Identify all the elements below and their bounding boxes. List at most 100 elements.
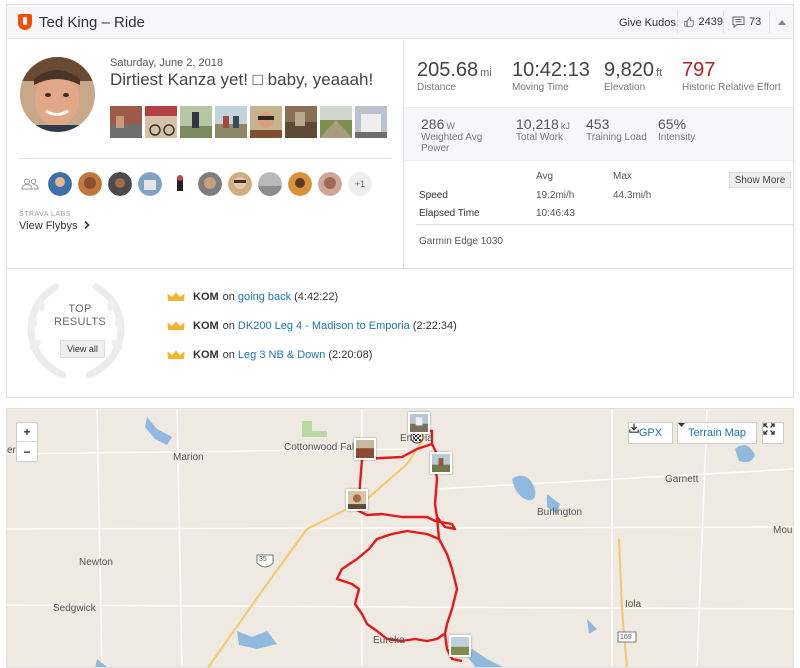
- photo-thumb-4[interactable]: [215, 106, 247, 138]
- divider: [7, 268, 793, 269]
- town-left-edge: er: [7, 445, 16, 456]
- stat-moving-time: 10:42:13 Moving Time: [512, 59, 590, 93]
- stat-intensity: 65% Intensity: [658, 116, 695, 143]
- kom-on: on: [222, 320, 235, 332]
- route-map[interactable]: Marion Cottonwood Falls Em ia Garnett Bu…: [6, 408, 794, 668]
- activity-date: Saturday, June 2, 2018: [110, 57, 223, 69]
- avg-column-header: Avg: [536, 171, 554, 182]
- athlete-avatar-1[interactable]: [48, 172, 72, 196]
- strava-labs-label: STRAVA LABS: [19, 211, 71, 218]
- elevation-unit: ft: [656, 67, 663, 79]
- map-photo-pin-3[interactable]: [430, 452, 452, 474]
- town-marion: Marion: [173, 452, 204, 463]
- card-header: Ted King – Ride Give Kudos 2439 73: [7, 5, 793, 39]
- athlete-avatar-3[interactable]: [108, 172, 132, 196]
- moving-time-value: 10:42:13: [512, 59, 590, 81]
- town-emporia-b: ia: [425, 433, 433, 444]
- town-newton: Newton: [79, 557, 113, 568]
- kom-result-1: KOM on going back (4:42:22): [167, 291, 338, 303]
- intensity-label: Intensity: [658, 132, 696, 143]
- photo-thumb-2[interactable]: [145, 106, 177, 138]
- relative-effort-value: 797: [682, 59, 716, 81]
- kudos-button[interactable]: 2439: [677, 11, 723, 33]
- photo-thumb-1[interactable]: [110, 106, 142, 138]
- chevron-right-icon: [83, 220, 90, 230]
- town-cottonwood-falls: Cottonwood Falls: [284, 442, 362, 453]
- athlete-avatar-5[interactable]: [168, 172, 192, 196]
- athlete-avatar-4[interactable]: [138, 172, 162, 196]
- athlete-avatar-2[interactable]: [78, 172, 102, 196]
- town-iola: Iola: [625, 599, 642, 610]
- activity-title: Dirtiest Kanza yet! □ baby, yeaaah!: [110, 70, 374, 89]
- total-work-label: Total Work: [516, 132, 564, 143]
- distance-unit: mi: [480, 67, 492, 79]
- segment-link[interactable]: DK200 Leg 4 - Madison to Emporia: [238, 320, 410, 332]
- kom-time: (2:20:08): [328, 349, 373, 361]
- kom-result-3: KOM on Leg 3 NB & Down (2:20:08): [167, 349, 372, 361]
- more-athletes-badge[interactable]: +1: [348, 172, 372, 196]
- map-photo-pin-1[interactable]: [408, 412, 430, 434]
- map-type-dropdown[interactable]: Terrain Map: [677, 422, 757, 444]
- kom-result-2: KOM on DK200 Leg 4 - Madison to Emporia …: [167, 320, 457, 332]
- view-all-button[interactable]: View all: [60, 340, 105, 358]
- stat-training-load: 453 Training Load: [586, 116, 647, 143]
- map-photo-pin-5[interactable]: [449, 635, 471, 657]
- town-burlington: Burlington: [537, 507, 583, 518]
- map-photo-pin-4[interactable]: [346, 489, 368, 511]
- moving-time-label: Moving Time: [512, 82, 569, 93]
- kom-on: on: [222, 291, 235, 303]
- gpx-download-button[interactable]: GPX: [628, 422, 673, 444]
- us169-label: 169: [620, 634, 632, 641]
- athlete-avatar[interactable]: [20, 57, 95, 132]
- zoom-out-button[interactable]: −: [17, 442, 37, 461]
- elevation-value: 9,820: [604, 59, 655, 81]
- stat-distance: 205.68 mi Distance: [417, 59, 492, 93]
- speed-max: 44.3mi/h: [613, 190, 652, 201]
- gpx-label: GPX: [638, 427, 663, 439]
- athlete-avatar-9[interactable]: [288, 172, 312, 196]
- fullscreen-button[interactable]: [762, 422, 784, 444]
- comments-count: 73: [749, 16, 762, 28]
- caret-down-icon: [678, 423, 685, 427]
- elevation-label: Elevation: [604, 82, 646, 93]
- stat-total-work: 10,218 kJ Total Work: [516, 116, 570, 143]
- zoom-control: + −: [16, 422, 38, 462]
- comments-button[interactable]: 73: [723, 11, 769, 33]
- crown-icon: [167, 321, 185, 330]
- town-garnett: Garnett: [665, 474, 699, 485]
- athlete-photo: [20, 57, 95, 132]
- athlete-avatar-8[interactable]: [258, 172, 282, 196]
- photo-strip: [110, 106, 387, 138]
- activity-card: Ted King – Ride Give Kudos 2439 73 Satur…: [6, 4, 794, 398]
- give-kudos-link[interactable]: Give Kudos: [619, 17, 676, 29]
- zoom-in-button[interactable]: +: [17, 423, 37, 442]
- photo-thumb-7[interactable]: [320, 106, 352, 138]
- crown-icon: [167, 292, 185, 301]
- collapse-button[interactable]: [769, 11, 793, 33]
- view-flybys-link[interactable]: View Flybys: [19, 220, 90, 232]
- stat-relative-effort[interactable]: 797 Historic Relative Effort: [682, 59, 782, 93]
- athlete-avatar-10[interactable]: [318, 172, 342, 196]
- segment-link[interactable]: going back: [238, 291, 291, 303]
- group-icon: [21, 178, 39, 190]
- divider: [416, 224, 793, 225]
- map-photo-pin-2[interactable]: [354, 438, 376, 460]
- total-work-unit: kJ: [560, 121, 570, 131]
- photo-thumb-5[interactable]: [250, 106, 282, 138]
- photo-thumb-6[interactable]: [285, 106, 317, 138]
- device-name: Garmin Edge 1030: [419, 236, 503, 247]
- photo-thumb-3[interactable]: [180, 106, 212, 138]
- segment-link[interactable]: Leg 3 NB & Down: [238, 349, 325, 361]
- top-results-line1: TOP: [68, 303, 92, 315]
- top-results-line2: RESULTS: [53, 316, 107, 328]
- show-more-button[interactable]: Show More: [729, 172, 791, 188]
- stat-weighted-power: 286 W Weighted Avg Power: [421, 116, 501, 154]
- map-canvas: [7, 409, 793, 667]
- kom-time: (4:42:22): [294, 291, 339, 303]
- photo-thumb-8[interactable]: [355, 106, 387, 138]
- athlete-avatar-6[interactable]: [198, 172, 222, 196]
- weighted-power-unit: W: [446, 121, 455, 131]
- athlete-avatar-7[interactable]: [228, 172, 252, 196]
- caret-up-icon: [777, 19, 786, 25]
- intensity-value: 65%: [658, 116, 687, 132]
